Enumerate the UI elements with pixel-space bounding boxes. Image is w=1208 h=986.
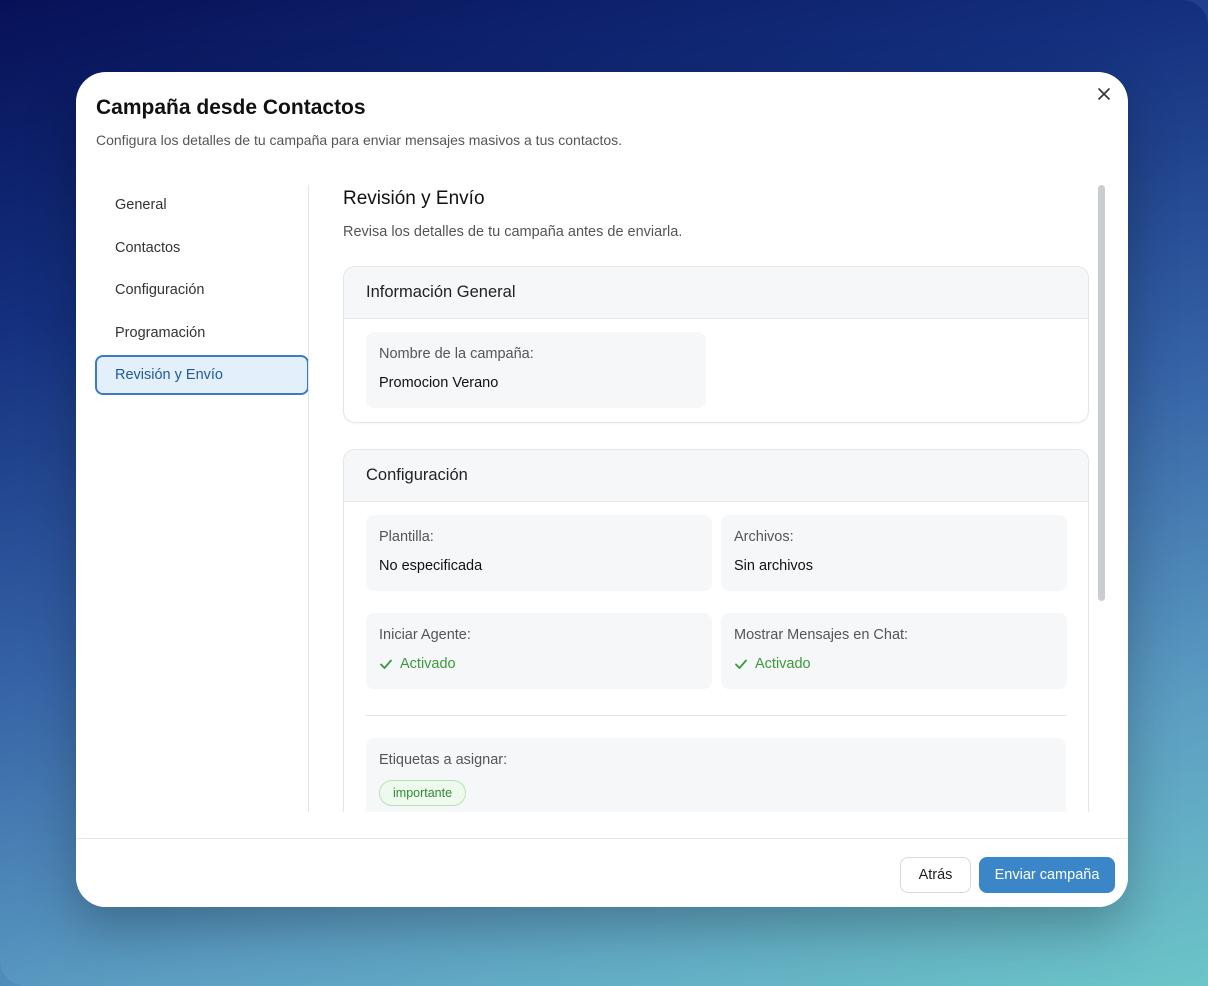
sidebar-nav: General Contactos Configuración Programa… bbox=[95, 185, 309, 398]
tag-badge: importante bbox=[379, 780, 467, 806]
show-messages-field: Mostrar Mensajes en Chat: Activado bbox=[721, 613, 1067, 689]
send-campaign-button[interactable]: Enviar campaña bbox=[979, 857, 1115, 893]
start-agent-field: Iniciar Agente: Activado bbox=[366, 613, 712, 689]
campaign-name-field: Nombre de la campaña: Promocion Verano bbox=[366, 332, 706, 408]
sidebar-item-contactos[interactable]: Contactos bbox=[95, 228, 309, 268]
campaign-name-label: Nombre de la campaña: bbox=[379, 346, 534, 362]
show-messages-label: Mostrar Mensajes en Chat: bbox=[734, 627, 909, 643]
general-info-card: Información General Nombre de la campaña… bbox=[343, 266, 1089, 423]
sidebar-item-programacion[interactable]: Programación bbox=[95, 313, 309, 353]
config-header: Configuración bbox=[344, 450, 1088, 502]
general-info-header: Información General bbox=[344, 267, 1088, 319]
show-messages-status: Activado bbox=[734, 656, 1054, 672]
start-agent-value: Activado bbox=[400, 656, 456, 672]
tags-field: Etiquetas a asignar: importante bbox=[366, 738, 1066, 812]
content-scrollbar[interactable] bbox=[1098, 185, 1105, 601]
template-field: Plantilla: No especificada bbox=[366, 515, 712, 591]
check-icon bbox=[735, 659, 747, 669]
back-button[interactable]: Atrás bbox=[900, 857, 971, 893]
check-icon bbox=[380, 659, 392, 669]
review-content: Revisión y Envío Revisa los detalles de … bbox=[343, 185, 1089, 812]
modal-title: Campaña desde Contactos bbox=[96, 96, 366, 119]
show-messages-value: Activado bbox=[755, 656, 811, 672]
sidebar-item-configuracion[interactable]: Configuración bbox=[95, 270, 309, 310]
modal-subtitle: Configura los detalles de tu campaña par… bbox=[96, 132, 623, 148]
files-label: Archivos: bbox=[734, 529, 794, 545]
section-title: Revisión y Envío bbox=[343, 188, 485, 209]
modal-footer: Atrás Enviar campaña bbox=[76, 838, 1128, 907]
files-field: Archivos: Sin archivos bbox=[721, 515, 1067, 591]
campaign-modal: Campaña desde Contactos Configura los de… bbox=[76, 72, 1128, 907]
campaign-name-value: Promocion Verano bbox=[379, 375, 499, 391]
template-label: Plantilla: bbox=[379, 529, 434, 545]
sidebar-item-revision[interactable]: Revisión y Envío bbox=[95, 355, 309, 395]
close-icon[interactable] bbox=[1094, 84, 1114, 104]
config-card: Configuración Plantilla: No especificada… bbox=[343, 449, 1089, 812]
sidebar-divider bbox=[308, 185, 309, 812]
sidebar-item-general[interactable]: General bbox=[95, 185, 309, 225]
files-value: Sin archivos bbox=[734, 558, 813, 574]
config-divider bbox=[366, 715, 1066, 716]
start-agent-status: Activado bbox=[379, 656, 699, 672]
template-value: No especificada bbox=[379, 558, 483, 574]
tags-label: Etiquetas a asignar: bbox=[379, 752, 508, 768]
section-subtitle: Revisa los detalles de tu campaña antes … bbox=[343, 224, 683, 240]
start-agent-label: Iniciar Agente: bbox=[379, 627, 471, 643]
